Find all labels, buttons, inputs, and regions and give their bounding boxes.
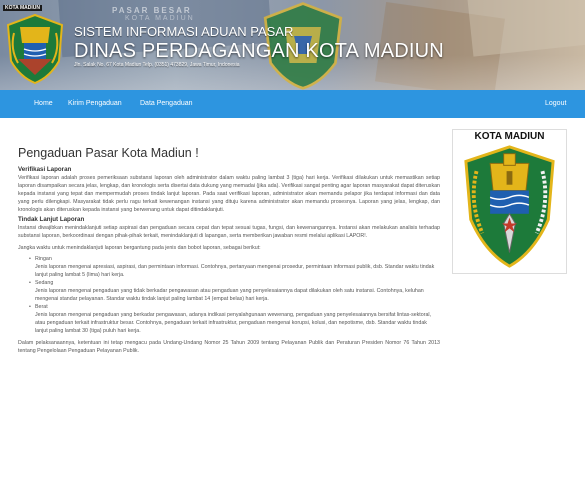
level-desc-sedang: Jenis laporan mengenai pengaduan yang ti…	[35, 288, 424, 302]
header-address: Jln. Salak No. 67 Kota Madiun Telp. (035…	[74, 62, 240, 68]
banner-background-text: PASAR BESAR	[112, 6, 192, 15]
page: PASAR BESAR KOTA MADIUN KOTA MADIUN SIST…	[0, 0, 585, 478]
level-name: Ringan	[35, 256, 52, 262]
nav-kirim-pengaduan[interactable]: Kirim Pengaduan	[68, 90, 122, 118]
tindak-lanjut-text: Instansi diwajibkan menindaklanjuti seti…	[18, 225, 440, 239]
header-banner: PASAR BESAR KOTA MADIUN KOTA MADIUN SIST…	[0, 0, 585, 90]
agency-title: DINAS PERDAGANGAN KOTA MADIUN	[74, 40, 444, 62]
tindak-lanjut-heading: Tindak Lanjut Laporan	[18, 216, 85, 223]
level-item-ringan: • Ringan	[29, 256, 52, 262]
emblem-title: KOTA MADIUN	[474, 131, 545, 142]
main-content: Pengaduan Pasar Kota Madiun ! Verifikasi…	[18, 146, 440, 357]
navbar: Home Kirim Pengaduan Data Pengaduan Logo…	[0, 90, 585, 118]
nav-logout[interactable]: Logout	[545, 90, 566, 118]
banner-background-text-2: KOTA MADIUN	[125, 15, 195, 22]
sidebar-emblem-box: KOTA MADIUN	[452, 129, 567, 274]
page-title: Pengaduan Pasar Kota Madiun !	[18, 146, 199, 160]
jangka-waktu-text: Jangka waktu untuk menindaklanjuti lapor…	[18, 245, 261, 251]
level-desc-berat: Jenis laporan mengenai pengaduan yang be…	[35, 312, 432, 334]
level-desc-ringan: Jenis laporan mengenai apresiasi, aspira…	[35, 264, 435, 278]
logo-small-label: KOTA MADIUN	[3, 5, 42, 11]
verifikasi-text: Verifikasi laporan adalah proses pemerik…	[18, 175, 440, 213]
level-name: Berat	[35, 304, 48, 310]
kota-madiun-emblem-icon[interactable]	[4, 13, 66, 85]
verifikasi-heading: Verifikasi Laporan	[18, 166, 72, 173]
level-item-sedang: • Sedang	[29, 280, 54, 286]
level-name: Sedang	[35, 280, 54, 286]
system-title: SISTEM INFORMASI ADUAN PASAR	[74, 24, 294, 39]
levels-list: • Ringan Jenis laporan mengenai apresiasi…	[18, 255, 440, 335]
closing-text: Dalam pelaksanaannya, ketentuan ini teta…	[18, 340, 440, 354]
level-item-berat: • Berat	[29, 304, 48, 310]
nav-home[interactable]: Home	[34, 90, 53, 118]
kota-madiun-emblem-icon	[464, 145, 555, 268]
nav-data-pengaduan[interactable]: Data Pengaduan	[140, 90, 193, 118]
